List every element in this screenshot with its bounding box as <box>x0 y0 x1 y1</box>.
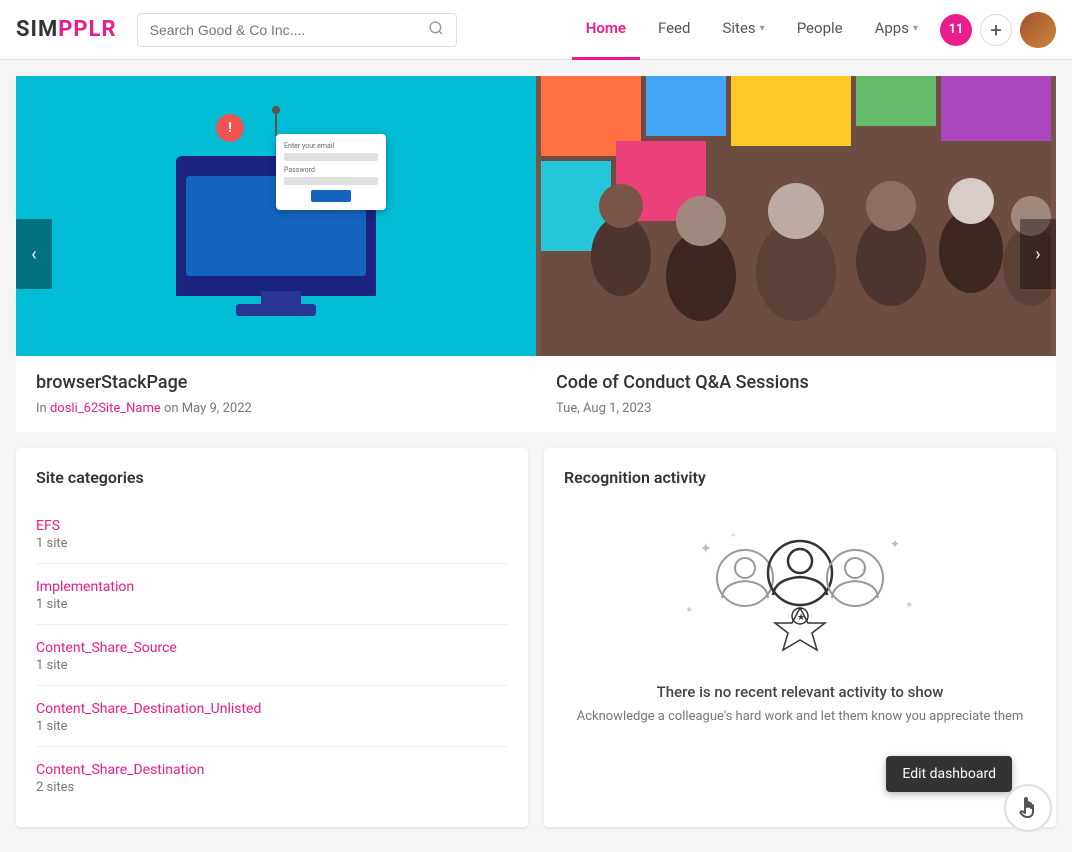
carousel-title-1: browserStackPage <box>36 372 516 393</box>
warning-icon: ! <box>216 114 244 142</box>
svg-text:✦: ✦ <box>730 531 737 540</box>
chevron-down-icon: ▾ <box>760 23 765 34</box>
nav-feed[interactable]: Feed <box>644 0 705 60</box>
svg-text:✦: ✦ <box>905 600 913 611</box>
category-link-content-share-dest-unlisted[interactable]: Content_Share_Destination_Unlisted <box>36 701 261 717</box>
recognition-empty-title: There is no recent relevant activity to … <box>564 683 1036 701</box>
category-link-content-share-dest[interactable]: Content_Share_Destination <box>36 762 204 778</box>
carousel-card-1: Enter your email Password ! browserStack… <box>16 76 536 432</box>
search-input[interactable] <box>150 22 420 38</box>
search-icon <box>428 20 444 40</box>
recognition-svg: ✦ ✦ ✦ ✦ ✦ ✦ ★ <box>670 523 930 663</box>
nav-home[interactable]: Home <box>572 0 640 60</box>
hand-cursor-icon <box>1016 796 1040 820</box>
phishing-illustration: Enter your email Password ! <box>146 106 406 326</box>
carousel-meta-1: In dosli_62Site_Name on May 9, 2022 <box>36 401 516 416</box>
nav-sites[interactable]: Sites ▾ <box>708 0 778 60</box>
category-link-implementation[interactable]: Implementation <box>36 579 134 595</box>
chevron-down-icon: ▾ <box>913 23 918 34</box>
list-item: Implementation 1 site <box>36 564 508 625</box>
svg-text:✦: ✦ <box>890 537 900 551</box>
category-count-css: 1 site <box>36 658 508 673</box>
carousel-section: ‹ <box>16 76 1056 432</box>
carousel-card-2: Code of Conduct Q&A Sessions Tue, Aug 1,… <box>536 76 1056 432</box>
svg-text:✦: ✦ <box>700 541 712 557</box>
list-item: Content_Share_Destination 2 sites <box>36 747 508 807</box>
category-count-csdu: 1 site <box>36 719 508 734</box>
nav-people[interactable]: People <box>783 0 857 60</box>
monitor-base <box>236 304 316 316</box>
list-item: Content_Share_Source 1 site <box>36 625 508 686</box>
carousel-image-left: Enter your email Password ! <box>16 76 536 356</box>
recognition-illustration: ✦ ✦ ✦ ✦ ✦ ✦ ★ <box>564 503 1036 683</box>
cursor-icon[interactable] <box>1004 784 1052 832</box>
carousel-caption-2: Code of Conduct Q&A Sessions Tue, Aug 1,… <box>536 356 1056 432</box>
nav-apps[interactable]: Apps ▾ <box>861 0 932 60</box>
chevron-right-icon: › <box>1035 244 1040 265</box>
category-count-csd: 2 sites <box>36 780 508 795</box>
list-item: Content_Share_Destination_Unlisted 1 sit… <box>36 686 508 747</box>
category-link-efs[interactable]: EFS <box>36 518 60 534</box>
edit-dashboard-button[interactable]: Edit dashboard <box>886 756 1012 792</box>
carousel-title-2: Code of Conduct Q&A Sessions <box>556 372 1036 393</box>
svg-text:★: ★ <box>797 613 805 623</box>
search-bar[interactable] <box>137 13 457 47</box>
recognition-sub-text: Acknowledge a colleague's hard work and … <box>564 709 1036 724</box>
carousel-site-link[interactable]: dosli_62Site_Name <box>50 401 161 416</box>
avatar-image <box>1020 12 1056 48</box>
main-content: ‹ <box>0 60 1072 843</box>
carousel-prev-button[interactable]: ‹ <box>16 219 52 289</box>
list-item: EFS 1 site <box>36 503 508 564</box>
avatar[interactable] <box>1020 12 1056 48</box>
carousel-image-right <box>536 76 1056 356</box>
carousel-next-button[interactable]: › <box>1020 219 1056 289</box>
people-group-image <box>541 76 1051 356</box>
logo[interactable]: SIMPPLR <box>16 17 117 42</box>
dialog-box: Enter your email Password <box>276 134 386 210</box>
svg-text:✦: ✦ <box>685 605 693 616</box>
category-count-efs: 1 site <box>36 536 508 551</box>
main-nav: Home Feed Sites ▾ People Apps ▾ <box>572 0 932 60</box>
carousel-caption-1: browserStackPage In dosli_62Site_Name on… <box>16 356 536 432</box>
add-button[interactable]: + <box>980 14 1012 46</box>
header: SIMPPLR Home Feed Sites ▾ People Apps ▾ <box>0 0 1072 60</box>
site-categories-title: Site categories <box>36 468 508 487</box>
category-link-content-share-source[interactable]: Content_Share_Source <box>36 640 177 656</box>
header-actions: 11 + <box>940 12 1056 48</box>
recognition-title: Recognition activity <box>564 468 1036 487</box>
notification-badge[interactable]: 11 <box>940 14 972 46</box>
site-categories-card: Site categories EFS 1 site Implementatio… <box>16 448 528 827</box>
category-count-implementation: 1 site <box>36 597 508 612</box>
chevron-left-icon: ‹ <box>31 244 36 265</box>
carousel-meta-2: Tue, Aug 1, 2023 <box>556 401 1036 416</box>
